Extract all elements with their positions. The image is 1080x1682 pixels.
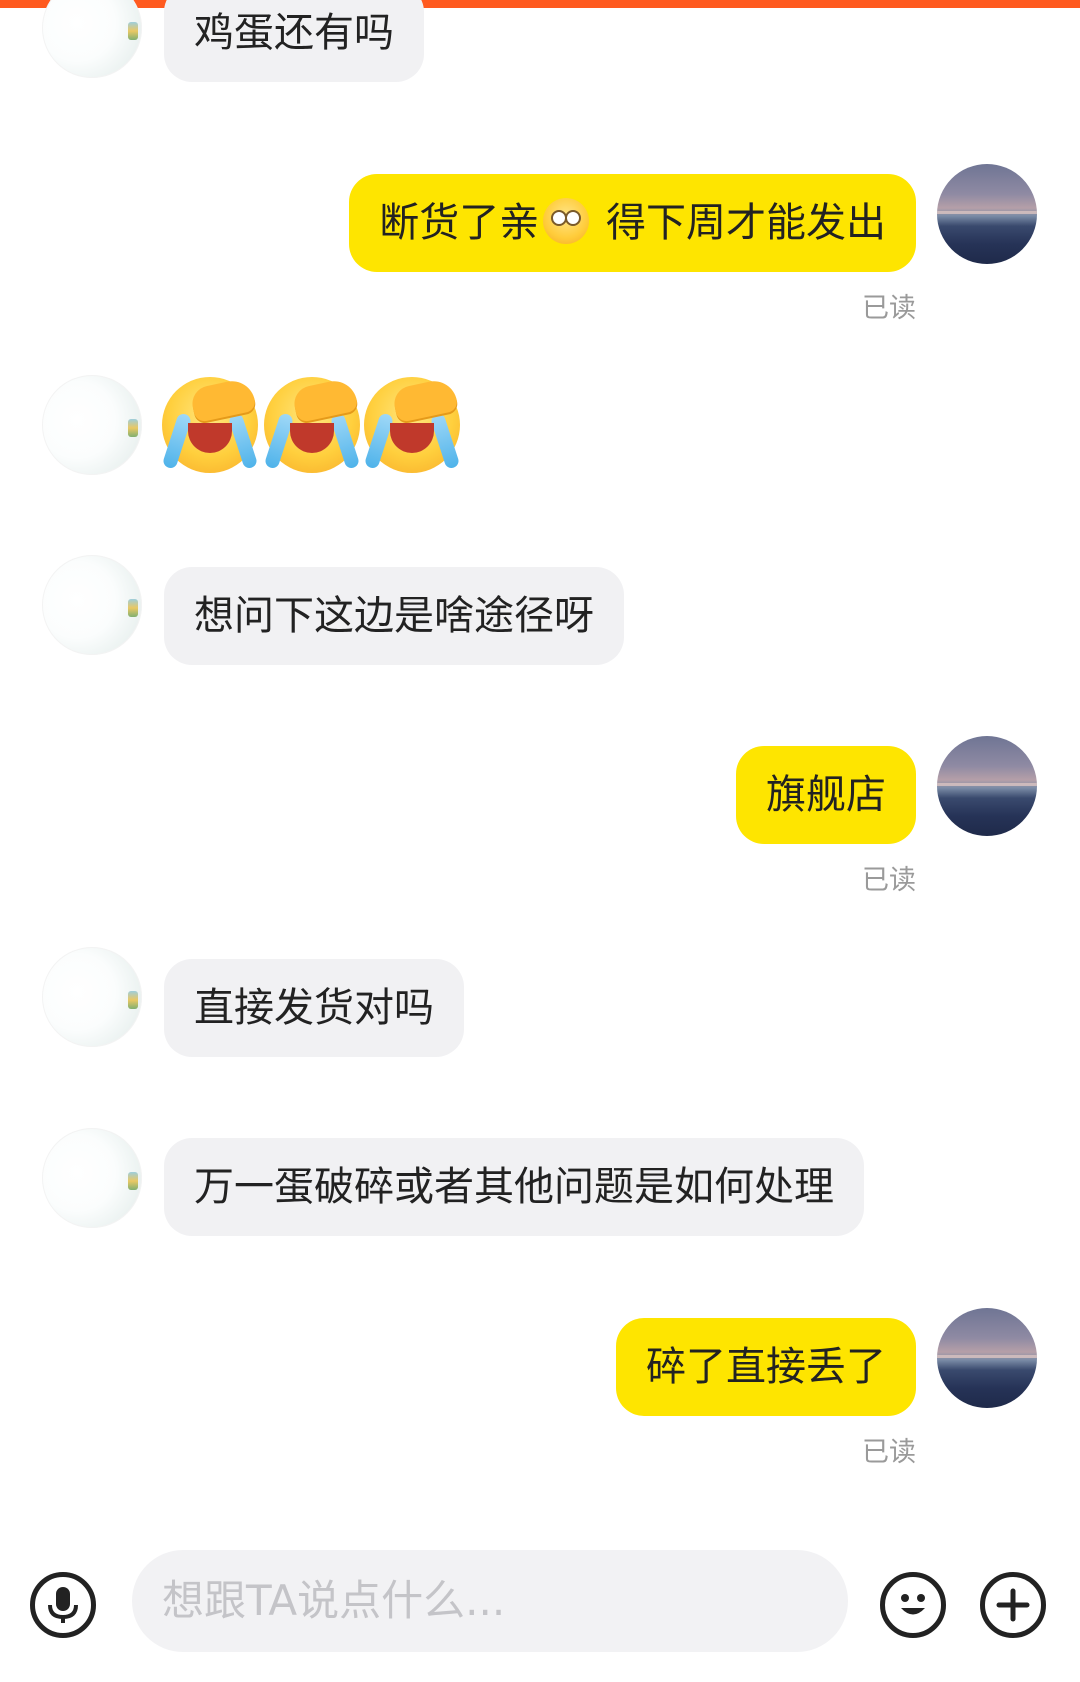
message-input[interactable] (132, 1550, 848, 1652)
contact-avatar[interactable] (42, 947, 142, 1047)
my-avatar[interactable] (937, 164, 1037, 264)
contact-avatar[interactable] (42, 0, 142, 78)
contact-avatar[interactable] (42, 375, 142, 475)
my-avatar[interactable] (937, 736, 1037, 836)
my-avatar[interactable] (937, 1308, 1037, 1408)
contact-avatar[interactable] (42, 555, 142, 655)
read-receipt: 已读 (862, 865, 916, 896)
chat-messages: 鸡蛋还有吗 断货了亲 得下周才能发出 已读 想问下这边是啥途径呀 旗舰店 已读 (0, 0, 1080, 1682)
message-bubble[interactable]: 旗舰店 (736, 746, 916, 844)
message-bubble[interactable]: 想问下这边是啥途径呀 (164, 567, 624, 665)
plus-icon[interactable] (980, 1572, 1046, 1638)
contact-avatar[interactable] (42, 1128, 142, 1228)
message-text: 得下周才能发出 (593, 200, 886, 246)
loudly-crying-face-emoji[interactable] (363, 376, 461, 473)
message-bubble[interactable]: 鸡蛋还有吗 (164, 0, 424, 82)
message-bubble[interactable]: 碎了直接丢了 (616, 1318, 916, 1416)
pleading-face-emoji (543, 198, 590, 244)
microphone-icon[interactable] (30, 1572, 96, 1638)
plus-icon-glyph (996, 1588, 1030, 1622)
microphone-icon-glyph (48, 1587, 78, 1623)
message-bubble[interactable]: 万一蛋破碎或者其他问题是如何处理 (164, 1138, 864, 1236)
message-bubble[interactable]: 断货了亲 得下周才能发出 (349, 174, 916, 272)
message-text: 断货了亲 (379, 200, 540, 246)
loudly-crying-face-emoji[interactable] (263, 376, 361, 473)
read-receipt: 已读 (862, 1437, 916, 1468)
read-receipt: 已读 (862, 293, 916, 324)
loudly-crying-face-emoji[interactable] (161, 376, 259, 473)
message-bubble[interactable]: 直接发货对吗 (164, 959, 464, 1057)
smiley-face-icon-glyph (901, 1594, 925, 1615)
smiley-face-icon[interactable] (880, 1572, 946, 1638)
